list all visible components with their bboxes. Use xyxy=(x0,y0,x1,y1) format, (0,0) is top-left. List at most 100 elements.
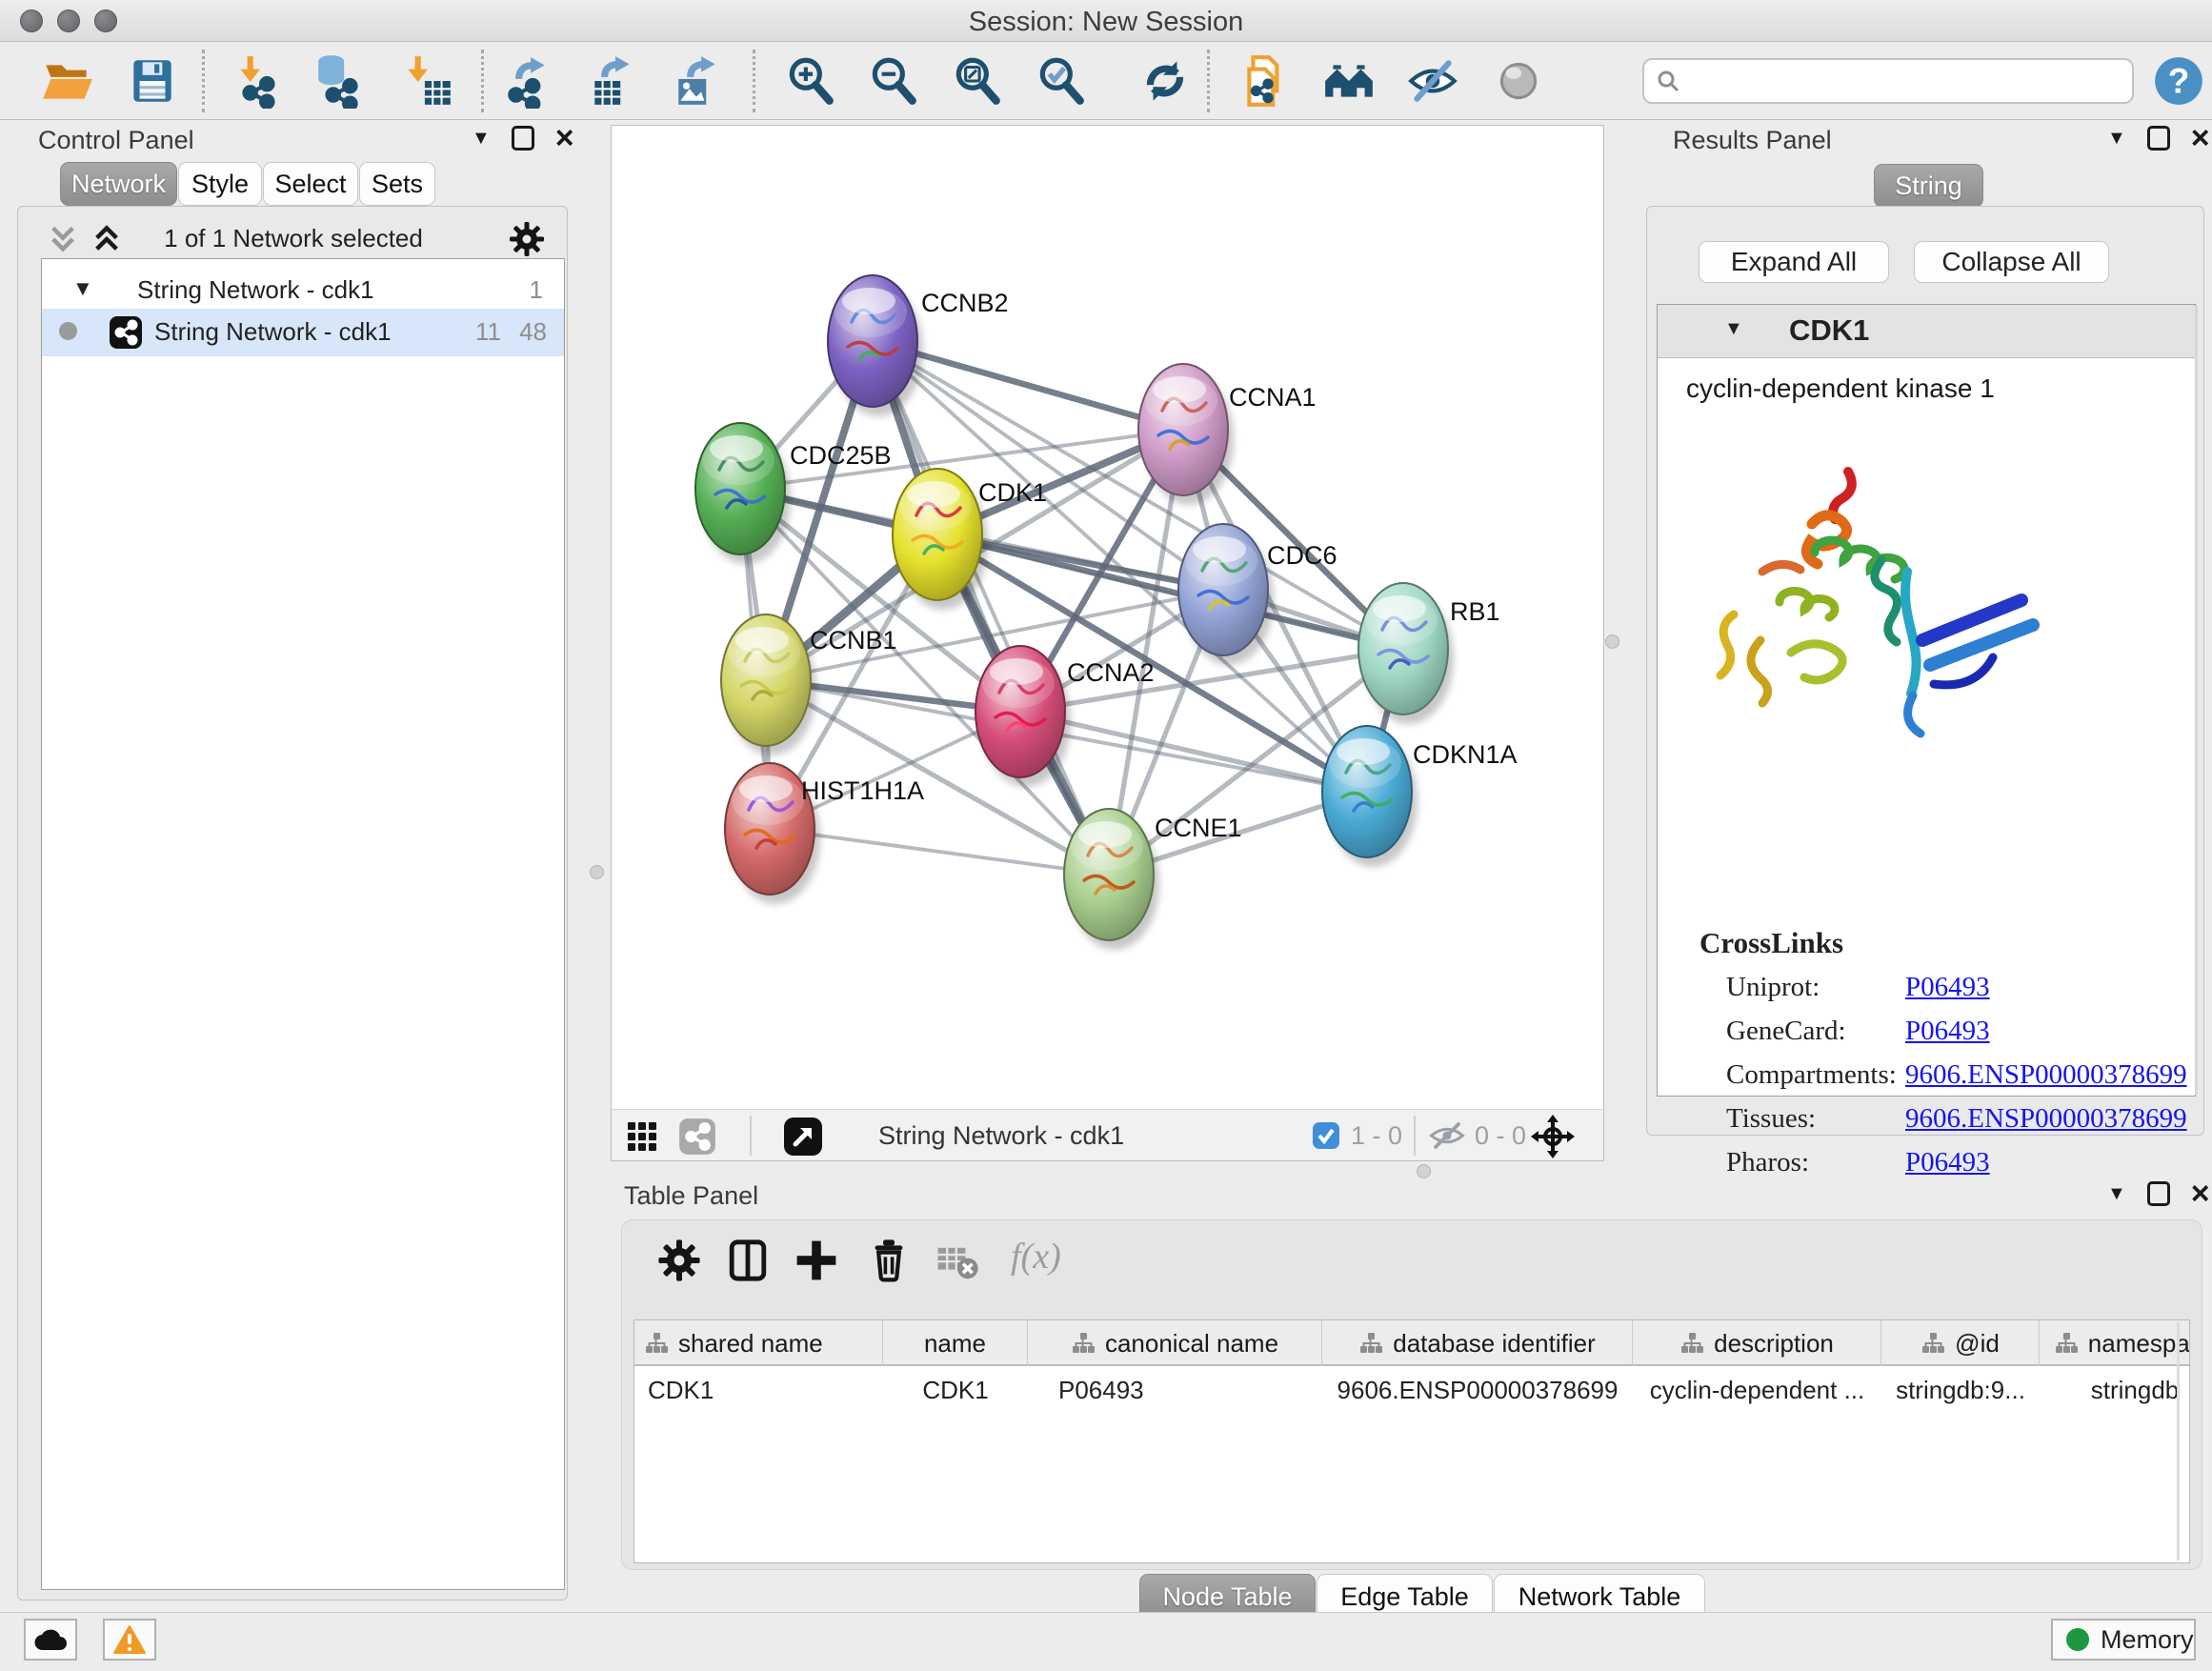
memory-button[interactable]: Memory xyxy=(2051,1619,2196,1661)
show-all-icon[interactable] xyxy=(1491,53,1546,109)
refresh-icon[interactable] xyxy=(1137,53,1193,109)
node-CCNE1[interactable] xyxy=(1064,809,1159,950)
zoom-selected-icon[interactable] xyxy=(1033,53,1088,109)
network-selection-summary: 1 of 1 Network selected xyxy=(41,224,546,253)
birds-eye-view-icon[interactable] xyxy=(625,1117,663,1156)
column-header-name[interactable]: name xyxy=(883,1320,1028,1366)
network-column-icon xyxy=(1071,1331,1096,1356)
crosslink-label: Pharos: xyxy=(1726,1147,1809,1178)
import-table-icon[interactable] xyxy=(399,53,454,109)
tab-string[interactable]: String xyxy=(1874,164,1983,208)
pan-crosshair-icon[interactable] xyxy=(1531,1115,1575,1158)
node-RB1[interactable] xyxy=(1358,583,1454,724)
crosslink-row: GeneCard: P06493 xyxy=(1726,1016,2174,1059)
network-options-gear-icon[interactable] xyxy=(508,220,546,258)
column-header-canonical-name[interactable]: canonical name xyxy=(1028,1320,1322,1366)
results-scrollbar[interactable] xyxy=(2195,306,2198,1095)
node-CCNB1[interactable] xyxy=(721,614,816,755)
import-network-database-icon[interactable] xyxy=(312,53,368,109)
genecard-link[interactable]: P06493 xyxy=(1905,1016,1990,1047)
zoom-out-icon[interactable] xyxy=(865,53,920,109)
application-window: Session: New Session xyxy=(0,0,2212,1671)
tab-sets[interactable]: Sets xyxy=(359,162,435,206)
search-input[interactable] xyxy=(1680,66,2100,97)
maximize-panel-icon[interactable] xyxy=(2147,126,2170,151)
selected-checkbox-icon[interactable] xyxy=(1312,1121,1340,1150)
section-collapse-icon[interactable]: ▼ xyxy=(1724,318,1743,340)
column-header-at-id[interactable]: @id xyxy=(1881,1320,2040,1366)
cloud-status-button[interactable] xyxy=(24,1619,77,1661)
expand-all-button[interactable]: Expand All xyxy=(1699,241,1889,283)
column-header-description[interactable]: description xyxy=(1633,1320,1881,1366)
float-panel-icon[interactable]: ▼ xyxy=(472,128,491,150)
cell-shared-name: CDK1 xyxy=(634,1368,883,1412)
compartments-link[interactable]: 9606.ENSP00000378699 xyxy=(1905,1059,2187,1091)
close-panel-icon[interactable]: × xyxy=(2191,1181,2210,1206)
open-session-icon[interactable] xyxy=(39,53,94,109)
export-network-icon[interactable] xyxy=(501,53,556,109)
memory-status-dot-icon xyxy=(2066,1628,2089,1651)
warning-icon xyxy=(113,1625,146,1654)
open-in-window-icon[interactable] xyxy=(783,1117,823,1157)
tab-network[interactable]: Network xyxy=(60,162,177,206)
crosslink-label: Tissues: xyxy=(1726,1103,1816,1135)
add-column-icon[interactable] xyxy=(794,1238,839,1283)
column-header-shared-name[interactable]: shared name xyxy=(634,1320,883,1366)
pharos-link[interactable]: P06493 xyxy=(1905,1147,1990,1178)
warning-status-button[interactable] xyxy=(103,1619,156,1661)
gene-section-header[interactable]: ▼ CDK1 xyxy=(1658,305,2195,358)
tissues-link[interactable]: 9606.ENSP00000378699 xyxy=(1905,1103,2187,1135)
import-network-file-icon[interactable] xyxy=(231,53,287,109)
hide-selected-icon[interactable] xyxy=(1405,53,1460,109)
network-share-icon[interactable] xyxy=(678,1117,716,1156)
table-vertical-scrollbar[interactable] xyxy=(2177,1322,2180,1560)
help-icon[interactable]: ? xyxy=(2151,53,2206,109)
maximize-panel-icon[interactable] xyxy=(2147,1181,2170,1206)
node-CDC6[interactable] xyxy=(1178,524,1274,665)
node-label-CCNB1: CCNB1 xyxy=(810,626,897,654)
zoom-in-icon[interactable] xyxy=(782,53,837,109)
memory-label: Memory xyxy=(2101,1625,2194,1655)
horizontal-splitter-handle[interactable] xyxy=(1417,1164,1431,1178)
node-CDC25B[interactable] xyxy=(695,423,791,564)
right-splitter-handle[interactable] xyxy=(1605,634,1619,649)
column-header-database-identifier[interactable]: database identifier xyxy=(1322,1320,1633,1366)
close-panel-icon[interactable]: × xyxy=(555,126,574,151)
tab-select[interactable]: Select xyxy=(263,162,358,206)
network-graph[interactable]: CCNB2CCNA1CDC25BCDK1CDC6RB1CCNB1CCNA2CDK… xyxy=(612,126,1603,1109)
first-neighbors-icon[interactable] xyxy=(1321,53,1377,109)
zoom-fit-icon[interactable] xyxy=(949,53,1004,109)
cloud-icon xyxy=(33,1627,68,1652)
node-label-CCNA1: CCNA1 xyxy=(1229,383,1317,412)
new-network-from-selection-icon[interactable] xyxy=(1239,53,1295,109)
hidden-eye-icon[interactable] xyxy=(1427,1119,1467,1152)
table-options-gear-icon[interactable] xyxy=(656,1238,702,1283)
float-panel-icon[interactable]: ▼ xyxy=(2107,128,2126,150)
node-CDKN1A[interactable] xyxy=(1322,726,1418,867)
maximize-panel-icon[interactable] xyxy=(512,126,534,151)
tab-style[interactable]: Style xyxy=(178,162,262,206)
toolbar-separator xyxy=(481,50,484,112)
collapse-all-button[interactable]: Collapse All xyxy=(1914,241,2109,283)
network-row[interactable]: String Network - cdk1 11 48 xyxy=(42,309,564,356)
delete-table-icon[interactable] xyxy=(935,1238,980,1283)
collection-expand-icon[interactable]: ▼ xyxy=(72,276,93,301)
network-edge-count: 48 xyxy=(519,317,547,347)
close-panel-icon[interactable]: × xyxy=(2191,126,2210,151)
column-header-namespace[interactable]: namespace xyxy=(2040,1320,2190,1366)
export-table-icon[interactable] xyxy=(587,53,642,109)
uniprot-link[interactable]: P06493 xyxy=(1905,972,1990,1003)
float-panel-icon[interactable]: ▼ xyxy=(2107,1183,2126,1205)
delete-column-icon[interactable] xyxy=(866,1238,912,1283)
node-CCNA2[interactable] xyxy=(975,646,1071,787)
crosslink-label: Compartments: xyxy=(1726,1059,1897,1091)
node-CCNB2[interactable] xyxy=(828,275,923,416)
network-view-canvas[interactable]: CCNB2CCNA1CDC25BCDK1CDC6RB1CCNB1CCNA2CDK… xyxy=(611,125,1604,1110)
export-image-icon[interactable] xyxy=(671,53,726,109)
left-splitter-handle[interactable] xyxy=(590,865,604,879)
save-session-icon[interactable] xyxy=(125,53,180,109)
search-field[interactable] xyxy=(1642,58,2134,104)
table-row[interactable]: CDK1 CDK1 P06493 9606.ENSP00000378699 cy… xyxy=(634,1368,2190,1412)
function-builder-icon[interactable]: f(x) xyxy=(1011,1236,1061,1278)
show-columns-icon[interactable] xyxy=(725,1238,771,1283)
